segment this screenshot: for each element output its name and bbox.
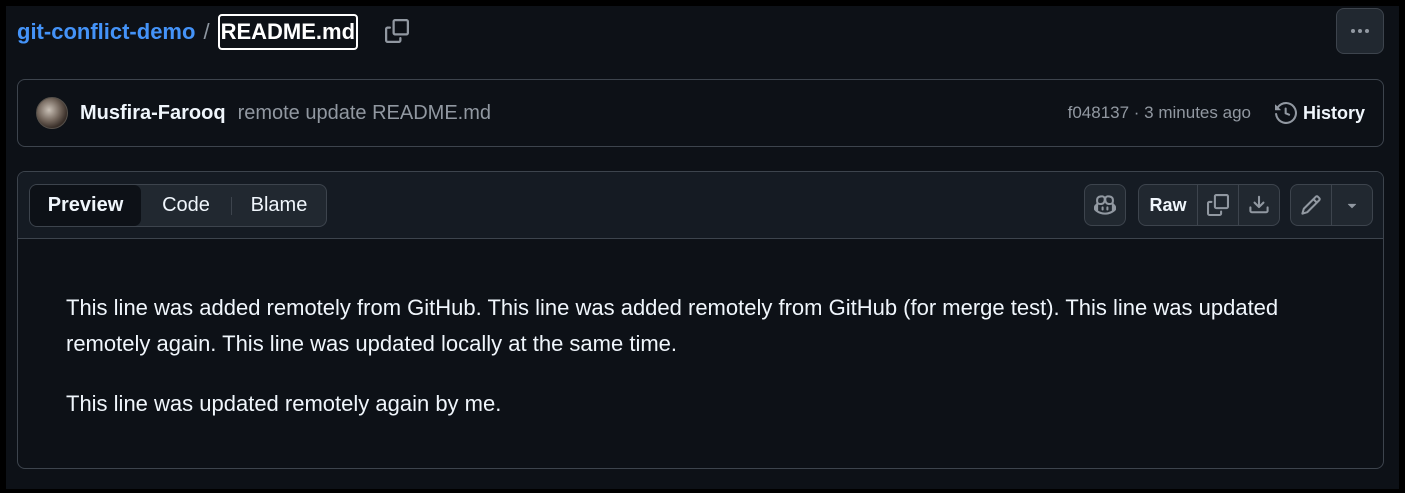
history-button[interactable]: History bbox=[1274, 102, 1365, 124]
triangle-down-icon bbox=[1343, 196, 1361, 214]
raw-button[interactable]: Raw bbox=[1138, 184, 1198, 226]
more-options-button[interactable] bbox=[1336, 8, 1384, 54]
commit-author[interactable]: Musfira-Farooq bbox=[80, 102, 226, 125]
download-button[interactable] bbox=[1238, 184, 1280, 226]
view-mode-tabs: Preview Code Blame bbox=[29, 184, 327, 227]
repo-link[interactable]: git-conflict-demo bbox=[17, 19, 195, 45]
tab-code[interactable]: Code bbox=[141, 185, 231, 226]
commit-meta[interactable]: f048137 · 3 minutes ago bbox=[1068, 103, 1251, 123]
avatar[interactable] bbox=[36, 97, 68, 129]
breadcrumb-separator: / bbox=[203, 19, 210, 44]
copilot-icon bbox=[1094, 194, 1116, 216]
tab-blame[interactable]: Blame bbox=[232, 185, 326, 226]
copy-icon bbox=[1207, 194, 1229, 216]
copilot-button[interactable] bbox=[1084, 184, 1126, 226]
history-label: History bbox=[1302, 102, 1365, 123]
edit-options-dropdown[interactable] bbox=[1331, 184, 1373, 226]
history-icon bbox=[1274, 102, 1297, 124]
copy-icon bbox=[385, 19, 409, 43]
readme-paragraph: This line was added remotely from GitHub… bbox=[66, 295, 1279, 356]
file-name: README.md bbox=[217, 14, 359, 50]
edit-button[interactable] bbox=[1290, 184, 1332, 226]
kebab-horizontal-icon bbox=[1351, 29, 1369, 33]
copy-path-button[interactable] bbox=[382, 16, 412, 46]
copy-raw-button[interactable] bbox=[1197, 184, 1239, 226]
readme-paragraph: This line was updated remotely again by … bbox=[66, 391, 502, 416]
commit-message[interactable]: remote update README.md bbox=[238, 102, 491, 125]
file-header: Preview Code Blame Raw bbox=[18, 172, 1383, 239]
readme-content: This line was added remotely from GitHub… bbox=[66, 290, 1346, 446]
tab-preview[interactable]: Preview bbox=[30, 185, 141, 226]
breadcrumb: git-conflict-demo / README.md bbox=[17, 12, 359, 52]
file-view: Preview Code Blame Raw This line was add… bbox=[17, 171, 1384, 469]
download-icon bbox=[1248, 194, 1270, 216]
latest-commit-bar: Musfira-Farooq remote update README.md f… bbox=[17, 79, 1384, 147]
pencil-icon bbox=[1300, 194, 1322, 216]
